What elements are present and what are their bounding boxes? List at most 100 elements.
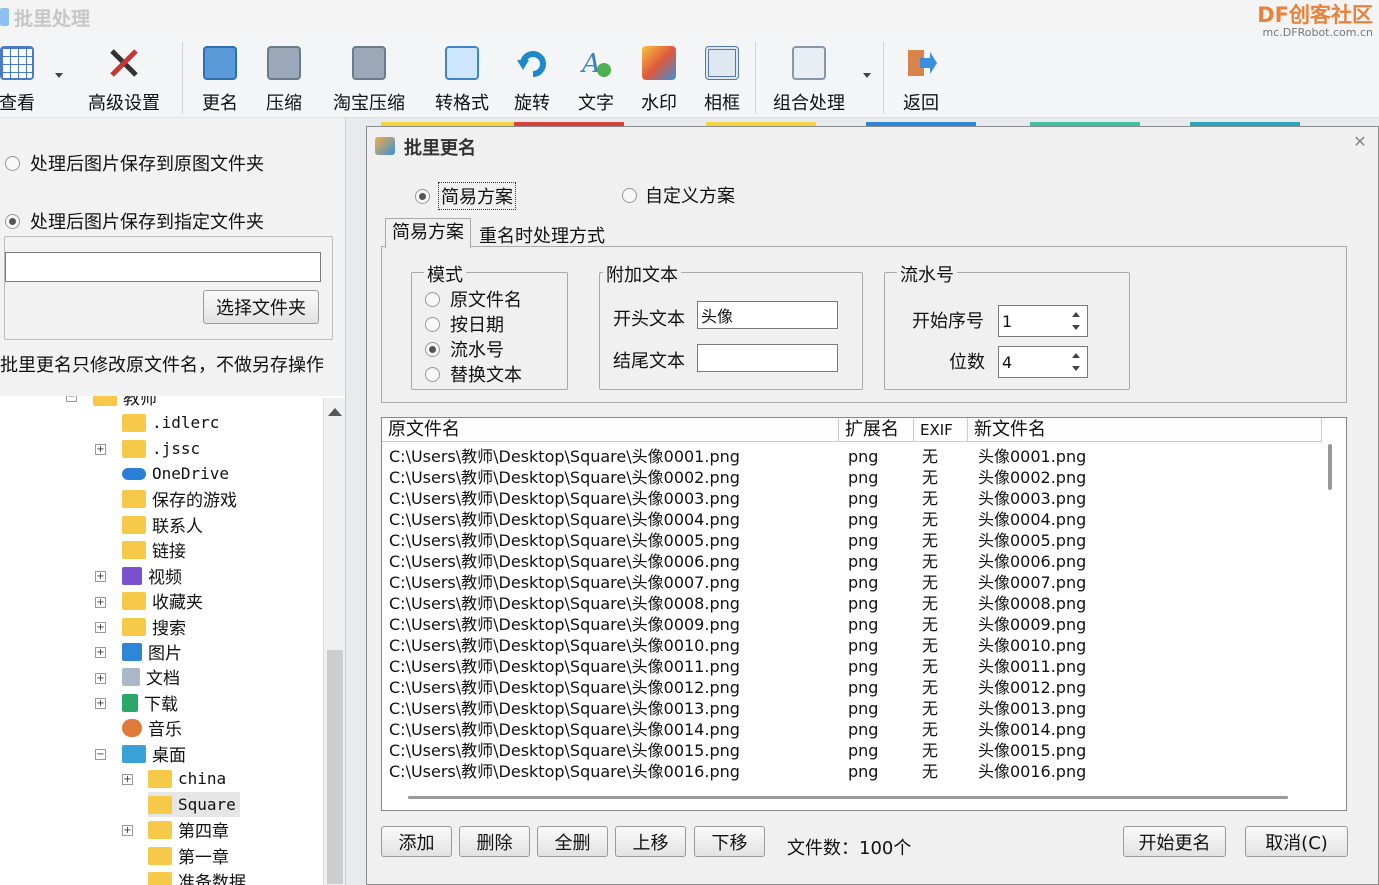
table-row[interactable]: C:\Users\教师\Desktop\Square\头像0014.png png…: [382, 719, 1322, 740]
delete-all-button[interactable]: 全删: [537, 826, 608, 857]
scrollbar-thumb[interactable]: [327, 650, 343, 884]
table-row[interactable]: C:\Users\教师\Desktop\Square\头像0007.png png…: [382, 572, 1322, 593]
combine-dropdown-icon[interactable]: [863, 73, 871, 78]
horizontal-scrollbar-thumb[interactable]: [408, 796, 1288, 799]
taobao-compress-button[interactable]: 淘宝压缩: [330, 46, 408, 116]
rotate-button[interactable]: 旋转: [509, 46, 555, 116]
tree-item-desktop[interactable]: 桌面: [122, 741, 186, 766]
tree-item-links[interactable]: 链接: [122, 537, 186, 562]
table-row[interactable]: C:\Users\教师\Desktop\Square\头像0015.png png…: [382, 740, 1322, 761]
view-dropdown-icon[interactable]: [55, 73, 63, 78]
convert-format-button[interactable]: 转格式: [431, 46, 493, 116]
expand-icon[interactable]: +: [95, 673, 106, 684]
watermark-button[interactable]: 水印: [636, 46, 682, 116]
tree-item-saved-games[interactable]: 保存的游戏: [122, 486, 237, 511]
move-up-button[interactable]: 上移: [615, 826, 686, 857]
table-row[interactable]: C:\Users\教师\Desktop\Square\头像0010.png png…: [382, 635, 1322, 656]
tab-easy-scheme[interactable]: 简易方案: [385, 218, 471, 248]
table-row[interactable]: C:\Users\教师\Desktop\Square\头像0009.png png…: [382, 614, 1322, 635]
tab-name-conflict[interactable]: 重名时处理方式: [479, 222, 605, 248]
mode-option-original[interactable]: 原文件名: [425, 286, 522, 312]
custom-scheme-radio[interactable]: [622, 187, 637, 203]
table-row[interactable]: C:\Users\教师\Desktop\Square\头像0001.png png…: [382, 446, 1322, 467]
mode-option-date[interactable]: 按日期: [425, 311, 504, 337]
table-row[interactable]: C:\Users\教师\Desktop\Square\头像0016.png png…: [382, 761, 1322, 782]
mode-radio[interactable]: [425, 341, 440, 357]
column-header-original[interactable]: 原文件名: [382, 418, 839, 442]
table-row[interactable]: C:\Users\教师\Desktop\Square\头像0012.png png…: [382, 677, 1322, 698]
start-index-stepper[interactable]: 1: [998, 305, 1088, 337]
start-text-input[interactable]: 头像: [697, 301, 838, 329]
save-to-original-option[interactable]: 处理后图片保存到原图文件夹: [5, 150, 264, 176]
expand-icon[interactable]: +: [95, 597, 106, 608]
combine-process-button[interactable]: 组合处理: [770, 46, 848, 116]
view-button[interactable]: 查看: [0, 46, 38, 116]
collapse-icon[interactable]: −: [66, 396, 77, 402]
tree-item-idlerc[interactable]: .idlerc: [122, 410, 219, 435]
expand-icon[interactable]: +: [122, 774, 133, 785]
expand-icon[interactable]: +: [95, 444, 106, 455]
cancel-button[interactable]: 取消(C): [1245, 826, 1348, 857]
tree-item-onedrive[interactable]: OneDrive: [122, 461, 229, 486]
table-row[interactable]: C:\Users\教师\Desktop\Square\头像0004.png png…: [382, 509, 1322, 530]
tree-item-searches[interactable]: 搜索: [122, 614, 186, 639]
tree-item-favorites[interactable]: 收藏夹: [122, 588, 203, 613]
tree-item-pictures[interactable]: 图片: [122, 639, 182, 664]
table-row[interactable]: C:\Users\教师\Desktop\Square\头像0011.png png…: [382, 656, 1322, 677]
tree-item-music[interactable]: 音乐: [122, 715, 182, 740]
save-to-specified-option[interactable]: 处理后图片保存到指定文件夹: [5, 208, 270, 234]
expand-icon[interactable]: +: [122, 825, 133, 836]
end-text-input[interactable]: [697, 344, 838, 372]
tree-scrollbar[interactable]: [323, 398, 345, 885]
back-button[interactable]: 返回: [898, 46, 944, 116]
tree-item-china[interactable]: china: [148, 766, 226, 791]
mode-radio[interactable]: [425, 291, 440, 307]
mode-radio[interactable]: [425, 366, 440, 382]
frame-button[interactable]: 相框: [699, 46, 745, 116]
tree-item-chapter4[interactable]: 第四章: [148, 817, 229, 842]
mode-option-serial[interactable]: 流水号: [425, 336, 504, 362]
tree-item-downloads[interactable]: 下载: [122, 690, 178, 715]
tree-item-prepare-data[interactable]: 准备数据: [148, 868, 246, 885]
easy-scheme-radio[interactable]: [415, 188, 430, 204]
expand-icon[interactable]: +: [95, 571, 106, 582]
save-specified-radio[interactable]: [5, 213, 20, 229]
compress-button[interactable]: 压缩: [261, 46, 307, 116]
tree-item-videos[interactable]: 视频: [122, 563, 182, 588]
add-button[interactable]: 添加: [381, 826, 452, 857]
expand-icon[interactable]: +: [95, 622, 106, 633]
tree-item-square[interactable]: Square: [148, 792, 240, 817]
tree-item-chapter1[interactable]: 第一章: [148, 843, 229, 868]
table-row[interactable]: C:\Users\教师\Desktop\Square\头像0008.png png…: [382, 593, 1322, 614]
list-scrollbar-thumb[interactable]: [1328, 444, 1332, 490]
table-row[interactable]: C:\Users\教师\Desktop\Square\头像0005.png png…: [382, 530, 1322, 551]
column-header-new-name[interactable]: 新文件名: [968, 418, 1322, 442]
easy-scheme-option[interactable]: 简易方案: [415, 182, 516, 210]
advanced-settings-button[interactable]: 高级设置: [86, 46, 162, 116]
tree-item-documents[interactable]: 文档: [122, 664, 180, 689]
file-list[interactable]: 原文件名 扩展名 EXIF 新文件名 C:\Users\教师\Desktop\S…: [381, 417, 1347, 811]
save-original-radio[interactable]: [5, 155, 20, 171]
spin-arrows-icon[interactable]: [1069, 307, 1083, 335]
table-row[interactable]: C:\Users\教师\Desktop\Square\头像0002.png png…: [382, 467, 1322, 488]
digits-stepper[interactable]: 4: [998, 346, 1088, 378]
expand-icon[interactable]: +: [95, 698, 106, 709]
table-row[interactable]: C:\Users\教师\Desktop\Square\头像0013.png png…: [382, 698, 1322, 719]
choose-folder-button[interactable]: 选择文件夹: [203, 290, 319, 324]
column-header-exif[interactable]: EXIF: [914, 418, 968, 442]
move-down-button[interactable]: 下移: [694, 826, 765, 857]
mode-radio[interactable]: [425, 316, 440, 332]
table-row[interactable]: C:\Users\教师\Desktop\Square\头像0003.png png…: [382, 488, 1322, 509]
expand-icon[interactable]: +: [95, 647, 106, 658]
collapse-icon[interactable]: −: [95, 749, 106, 760]
close-icon[interactable]: ✕: [1351, 133, 1369, 151]
start-rename-button[interactable]: 开始更名: [1123, 826, 1226, 857]
scroll-up-icon[interactable]: [324, 402, 346, 422]
tree-item-jssc[interactable]: .jssc: [122, 436, 200, 461]
delete-button[interactable]: 删除: [459, 826, 530, 857]
mode-option-replace[interactable]: 替换文本: [425, 361, 522, 387]
spin-arrows-icon[interactable]: [1069, 348, 1083, 376]
folder-path-input[interactable]: [5, 252, 321, 282]
text-button[interactable]: A 文字: [573, 46, 619, 116]
tree-item[interactable]: − 教师: [66, 396, 157, 409]
